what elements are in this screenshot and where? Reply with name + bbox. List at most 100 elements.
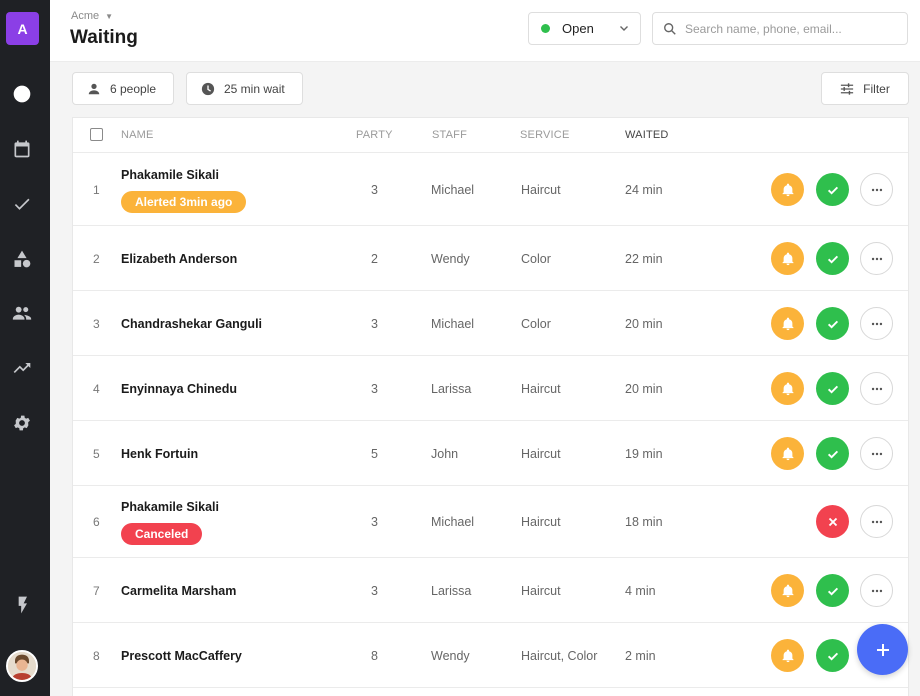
gear-icon[interactable] (10, 411, 34, 435)
people-count-chip: 6 people (72, 72, 174, 105)
service-name: Haircut, Color (521, 649, 598, 663)
seat-button[interactable] (816, 242, 849, 275)
column-party[interactable]: PARTY (356, 129, 393, 141)
waitlist-table: NAME PARTY STAFF SERVICE WAITED 1 Phakami… (72, 117, 909, 696)
more-icon (871, 188, 882, 191)
check-icon (827, 186, 838, 195)
more-button[interactable] (860, 505, 893, 538)
add-guest-button[interactable] (857, 624, 908, 675)
table-row[interactable]: 1 Phakamile Sikali Alerted 3min ago 3 Michae… (73, 154, 908, 226)
table-row[interactable]: 7 Carmelita Marsham 3 Larissa Haircut 4 min (73, 558, 908, 623)
more-button[interactable] (860, 307, 893, 340)
table-row[interactable]: 2 Elizabeth Anderson 2 Wendy Color 22 min (73, 226, 908, 291)
header: Acme ▼ Waiting Open (50, 0, 920, 62)
guest-name[interactable]: Prescott MacCaffery (121, 649, 242, 663)
seat-button[interactable] (816, 307, 849, 340)
column-waited[interactable]: WAITED (625, 129, 669, 141)
calendar-icon[interactable] (10, 137, 34, 161)
party-size: 5 (371, 447, 378, 461)
seat-button[interactable] (816, 437, 849, 470)
staff-name: Larissa (431, 382, 472, 396)
alert-button[interactable] (771, 437, 804, 470)
table-row[interactable]: 3 Chandrashekar Ganguli 3 Michael Color 20 mi… (73, 291, 908, 356)
alert-button[interactable] (771, 639, 804, 672)
service-name: Haircut (521, 382, 561, 396)
wait-time: 24 min (625, 183, 663, 197)
guest-name[interactable]: Phakamile Sikali (121, 168, 219, 182)
service-name: Haircut (521, 447, 561, 461)
clock-icon (201, 82, 215, 95)
alert-button[interactable] (771, 574, 804, 607)
service-name: Haircut (521, 183, 561, 197)
cancel-button[interactable] (816, 505, 849, 538)
user-avatar[interactable] (6, 650, 38, 682)
staff-name: Michael (431, 515, 475, 529)
people-count-label: 6 people (110, 81, 157, 96)
wait-time-label: 25 min wait (224, 81, 285, 96)
trending-icon[interactable] (10, 356, 34, 380)
row-index: 2 (93, 252, 100, 266)
row-index: 1 (93, 183, 100, 197)
seat-button[interactable] (816, 639, 849, 672)
table-row[interactable]: 8 Prescott MacCaffery 8 Wendy Haircut, Color… (73, 623, 908, 688)
search-input[interactable] (685, 21, 895, 36)
shapes-icon[interactable] (10, 247, 34, 271)
more-button[interactable] (860, 372, 893, 405)
status-label: Open (562, 21, 594, 36)
column-name[interactable]: NAME (121, 129, 154, 141)
more-icon (871, 589, 882, 592)
check-icon (827, 450, 838, 459)
bell-icon (781, 649, 794, 662)
select-all-checkbox[interactable] (90, 128, 103, 141)
bell-icon (781, 252, 794, 265)
row-index: 3 (93, 317, 100, 331)
wait-time: 20 min (625, 382, 663, 396)
wait-time: 2 min (625, 649, 656, 663)
staff-name: Larissa (431, 584, 472, 598)
guest-name[interactable]: Enyinnaya Chinedu (121, 382, 237, 396)
lightning-icon[interactable] (10, 593, 34, 617)
alert-button[interactable] (771, 307, 804, 340)
guest-name[interactable]: Carmelita Marsham (121, 584, 236, 598)
column-staff[interactable]: STAFF (432, 129, 467, 141)
seat-button[interactable] (816, 173, 849, 206)
wait-time: 19 min (625, 447, 663, 461)
status-select[interactable]: Open (528, 12, 641, 45)
staff-name: Wendy (431, 252, 470, 266)
table-row[interactable]: 5 Henk Fortuin 5 John Haircut 19 min (73, 421, 908, 486)
guest-name[interactable]: Henk Fortuin (121, 447, 198, 461)
alert-button[interactable] (771, 242, 804, 275)
chevron-down-icon (620, 26, 628, 31)
people-icon[interactable] (10, 301, 34, 325)
org-logo[interactable]: A (6, 12, 39, 45)
seat-button[interactable] (816, 574, 849, 607)
person-icon (88, 83, 100, 94)
bell-icon (781, 317, 794, 330)
staff-name: Michael (431, 317, 475, 331)
guest-name[interactable]: Chandrashekar Ganguli (121, 317, 262, 331)
guest-name[interactable]: Phakamile Sikali (121, 500, 219, 514)
content-area: 6 people 25 min wait Filter NAME PARTY S… (50, 62, 920, 696)
org-switcher[interactable]: Acme ▼ (71, 10, 113, 22)
more-button[interactable] (860, 437, 893, 470)
more-button[interactable] (860, 574, 893, 607)
table-row[interactable]: 6 Phakamile Sikali Canceled 3 Michael Haircut… (73, 486, 908, 558)
org-name: Acme (71, 10, 100, 22)
check-icon[interactable] (10, 192, 34, 216)
guest-name[interactable]: Elizabeth Anderson (121, 252, 237, 266)
seat-button[interactable] (816, 372, 849, 405)
table-row[interactable]: 4 Enyinnaya Chinedu 3 Larissa Haircut 20 min (73, 356, 908, 421)
check-icon (827, 385, 838, 394)
wait-time: 22 min (625, 252, 663, 266)
search-box[interactable] (652, 12, 908, 45)
row-index: 4 (93, 382, 100, 396)
more-button[interactable] (860, 173, 893, 206)
alert-button[interactable] (771, 372, 804, 405)
clock-icon[interactable] (10, 82, 34, 106)
more-icon (871, 322, 882, 325)
filter-button[interactable]: Filter (821, 72, 909, 105)
column-service[interactable]: SERVICE (520, 129, 570, 141)
more-button[interactable] (860, 242, 893, 275)
alert-button[interactable] (771, 173, 804, 206)
staff-name: Michael (431, 183, 475, 197)
